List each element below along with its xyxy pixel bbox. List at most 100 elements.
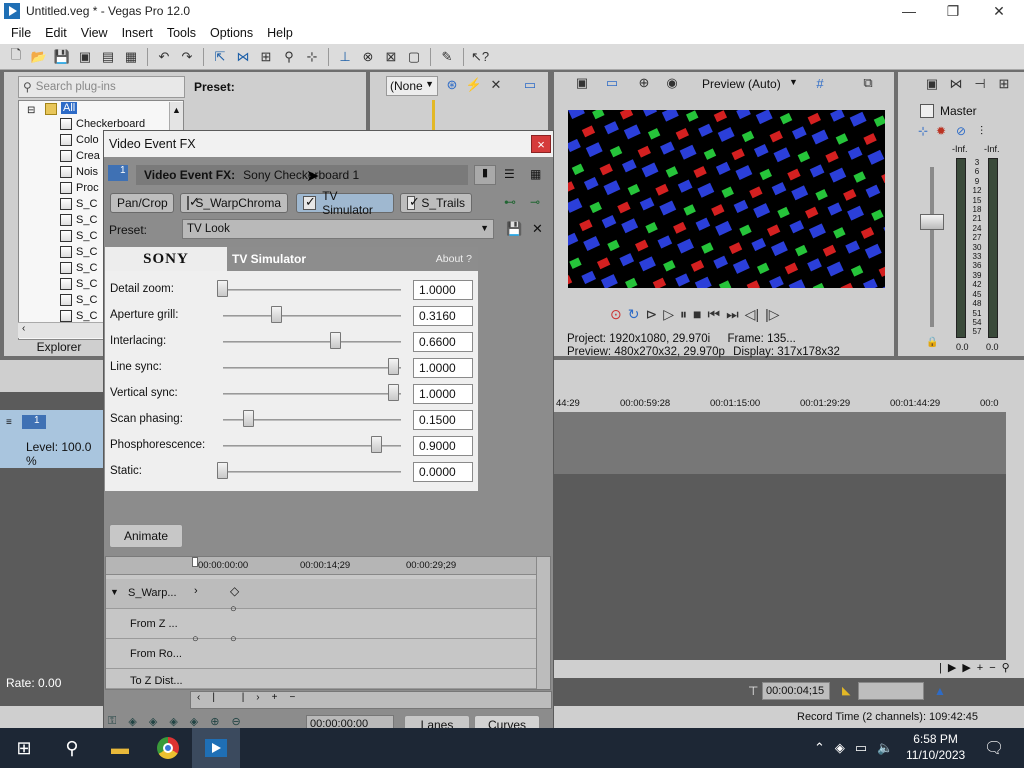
parameter-value-field[interactable]: 0.1500 [413, 410, 473, 430]
track-lane[interactable] [554, 412, 1006, 474]
stop-icon[interactable]: ■ [693, 306, 701, 323]
keyframe-vscroll[interactable] [536, 557, 550, 689]
search-icon[interactable]: ⚲ [48, 728, 96, 768]
lock-envelopes-icon[interactable]: ⊗ [358, 48, 378, 66]
parameter-slider-thumb[interactable] [370, 436, 382, 453]
dialog-close-button[interactable]: × [531, 135, 551, 153]
save-as-icon[interactable]: ▣ [75, 48, 95, 66]
solo-icon[interactable]: ⫶ [980, 124, 983, 139]
snapping-icon[interactable]: ⊹ [302, 48, 322, 66]
explorer-tab[interactable]: Explorer [24, 340, 94, 356]
parameter-value-field[interactable]: 1.0000 [413, 384, 473, 404]
maximize-button[interactable]: ❐ [930, 0, 976, 22]
record-icon[interactable]: ⊙ [610, 306, 622, 323]
menu-file[interactable]: File [4, 26, 38, 40]
mute-icon[interactable]: ⊘ [956, 124, 966, 138]
mixer-gear-icon[interactable]: ✹ [936, 124, 946, 138]
parameter-slider-track[interactable] [223, 315, 401, 317]
save-preset-icon[interactable]: 💾 [506, 221, 522, 237]
menu-options[interactable]: Options [203, 26, 260, 40]
remove-keyframe-icon[interactable]: ⊖ [231, 715, 240, 728]
plugin-tree-item[interactable]: S_C [60, 212, 97, 228]
external-monitor-icon[interactable]: ▭ [602, 74, 622, 92]
trimmer-preset-dropdown[interactable]: (None ▼ [386, 76, 438, 96]
paste-icon[interactable]: ✎ [437, 48, 457, 66]
play-from-start-icon[interactable]: ⊳ [645, 306, 657, 323]
preset-dropdown[interactable]: TV Look ▼ [182, 219, 494, 239]
plugin-tree-item[interactable]: Nois [60, 164, 98, 180]
keyframe-lock-icon[interactable]: ⚿ [108, 715, 116, 728]
loop-region-icon[interactable]: ◣ [842, 684, 850, 697]
redo-icon[interactable]: ↷ [177, 48, 197, 66]
dim-icon[interactable]: ⊣ [970, 75, 990, 93]
mixer-settings-icon[interactable]: ⊞ [994, 75, 1014, 93]
preview-quality-dropdown[interactable]: Preview (Auto) [702, 77, 781, 91]
grid-view-icon[interactable]: ▦ [530, 167, 541, 181]
close-window-button[interactable]: ✕ [976, 0, 1022, 22]
fx-chain-tab[interactable]: Pan/Crop [110, 193, 174, 213]
plugin-tree-item[interactable]: Colo [60, 132, 99, 148]
tree-root-all[interactable]: All [61, 102, 78, 114]
bus-fx-icon[interactable]: ⊹ [918, 124, 928, 138]
tray-app-icon[interactable]: ◈ [835, 740, 845, 756]
master-checkbox[interactable] [920, 104, 934, 118]
parameter-value-field[interactable]: 0.0000 [413, 462, 473, 482]
parameter-slider-thumb[interactable] [242, 410, 254, 427]
next-frame-icon[interactable]: |▷ [765, 306, 779, 323]
chrome-icon[interactable] [144, 728, 192, 768]
parameter-slider-thumb[interactable] [217, 462, 228, 479]
bypass-checkbox[interactable] [407, 194, 421, 210]
plugin-tree-item[interactable]: Proc [60, 180, 99, 196]
keyframe-ruler[interactable]: 00:00:00:00 00:00:14;29 00:00:29;29 [106, 557, 536, 575]
keyframe-cursor[interactable] [192, 557, 198, 567]
plugin-tree-item[interactable]: S_C [60, 244, 97, 260]
prev-keyframe-icon[interactable]: ◈ [149, 715, 157, 728]
parameter-slider-track[interactable] [223, 341, 401, 343]
selection-length-field[interactable] [858, 682, 924, 700]
keyframe-row[interactable]: To Z Dist... [106, 669, 536, 689]
keyframe-row[interactable]: ▼ S_Warp... › ◇ [106, 579, 536, 609]
pause-icon[interactable]: ⏸ [680, 306, 687, 323]
track-header[interactable]: ≡ 1 Level: 100.0 % [0, 410, 103, 468]
vegas-taskbar-icon[interactable] [192, 728, 240, 768]
save-icon[interactable]: 💾 [52, 48, 72, 66]
minimize-button[interactable]: — [886, 0, 932, 22]
volume-icon[interactable]: 🔈 [877, 740, 893, 756]
delete-preset-icon[interactable]: ✕ [532, 221, 543, 237]
overlays-icon[interactable]: # [810, 74, 830, 92]
menu-view[interactable]: View [74, 26, 115, 40]
remove-plugin-icon[interactable]: ⊸ [530, 195, 540, 209]
undo-icon[interactable]: ↶ [154, 48, 174, 66]
keyframe-row[interactable]: From Ro... ○ ○ [106, 633, 536, 669]
expand-icon[interactable]: ▼ [110, 587, 119, 597]
menu-tools[interactable]: Tools [160, 26, 203, 40]
keyframe-node-icon[interactable]: ○ [230, 633, 237, 645]
parameter-value-field[interactable]: 1.0000 [413, 280, 473, 300]
first-keyframe-icon[interactable]: ◈ [128, 715, 136, 728]
plugin-tree-item[interactable]: S_C [60, 308, 97, 324]
insert-bus-icon[interactable]: ▣ [922, 75, 942, 93]
timeline-ruler[interactable]: 44:29 00:00:59:28 00:01:15:00 00:01:29:2… [554, 392, 1006, 412]
parameter-value-field[interactable]: 1.0000 [413, 358, 473, 378]
go-to-start-icon[interactable]: ⏮ [707, 306, 720, 323]
menu-help[interactable]: Help [260, 26, 300, 40]
add-keyframe-icon[interactable]: ⊕ [210, 715, 219, 728]
timeline-hscroll[interactable]: |▶▶+−⚲ [554, 660, 1024, 678]
go-to-end-icon[interactable]: ⏭ [726, 306, 739, 323]
plugin-tree-item[interactable]: Crea [60, 148, 100, 164]
loop-icon[interactable]: ↻ [628, 306, 640, 323]
animate-button[interactable]: Animate [109, 524, 183, 548]
network-icon[interactable]: ▭ [855, 740, 867, 756]
list-view-icon[interactable]: ☰ [504, 167, 515, 181]
keyframe-diamond-icon[interactable]: ◇ [230, 584, 239, 598]
lightning-icon[interactable]: ⚡ [464, 76, 484, 94]
menu-insert[interactable]: Insert [115, 26, 160, 40]
track-level[interactable]: Level: 100.0 % [26, 440, 103, 468]
dialog-title-bar[interactable]: Video Event FX × [104, 131, 553, 157]
notifications-icon[interactable]: 🗨 [984, 738, 1004, 758]
cut-icon[interactable]: ▢ [404, 48, 424, 66]
plugin-chain-icon[interactable]: ⊷ [504, 195, 516, 209]
chain-view-icon[interactable]: ▮ [474, 165, 496, 185]
keyframe-node-icon[interactable]: ○ [230, 603, 237, 615]
lock-icon[interactable]: 🔒 [926, 337, 938, 348]
